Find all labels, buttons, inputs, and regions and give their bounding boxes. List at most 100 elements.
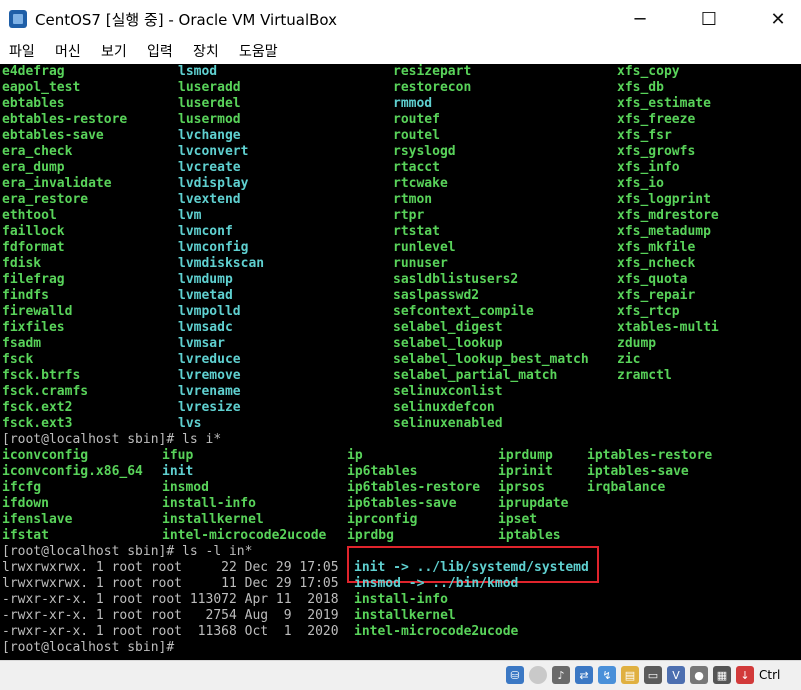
file-entry: xfs_rtcp (617, 304, 680, 319)
file-entry: fsck (2, 352, 34, 367)
shell-prompt: [root@localhost sbin]# ls -l in* (2, 544, 253, 559)
menu-input[interactable]: 입력 (147, 41, 173, 61)
status-bar: ⛁ ♪ ⇄ ↯ ▤ ▭ V ● ▦ ↓ Ctrl (0, 660, 801, 690)
shared-folder-icon[interactable]: ▤ (621, 666, 639, 684)
file-entry: ip6tables (347, 464, 418, 479)
file-entry: lvreduce (178, 352, 241, 367)
file-entry: e4defrag (2, 64, 65, 79)
file-entry: insmod (162, 480, 209, 495)
file-entry: selabel_digest (393, 320, 503, 335)
file-entry: xfs_mdrestore (617, 208, 719, 223)
file-entry: lvconvert (178, 144, 249, 159)
ls-file-name: init -> ../lib/systemd/systemd (354, 560, 589, 575)
file-entry: ifcfg (2, 480, 42, 495)
file-entry: iptables (498, 528, 561, 543)
vm-console-screen[interactable]: e4defrag eapol_test ebtables ebtables-resto… (0, 64, 801, 660)
ls-file-name: install-info (354, 592, 448, 607)
video-capture-icon[interactable]: V (667, 666, 685, 684)
network-icon[interactable]: ⇄ (575, 666, 593, 684)
file-entry: xfs_quota (617, 272, 688, 287)
file-entry: fdisk (2, 256, 42, 271)
file-entry: rtacct (393, 160, 440, 175)
file-entry: selabel_lookup_best_match (393, 352, 589, 367)
file-entry: lvmetad (178, 288, 233, 303)
file-entry: xfs_ncheck (617, 256, 696, 271)
file-entry: lvremove (178, 368, 241, 383)
file-entry: lvresize (178, 400, 241, 415)
file-entry: luseradd (178, 80, 241, 95)
file-entry: fdformat (2, 240, 65, 255)
file-entry: runuser (393, 256, 448, 271)
display-icon[interactable]: ▭ (644, 666, 662, 684)
menu-file[interactable]: 파일 (9, 41, 35, 61)
file-entry: runlevel (393, 240, 456, 255)
maximize-button[interactable]: ☐ (663, 0, 755, 38)
file-entry: luserdel (178, 96, 241, 111)
cpu-icon[interactable]: ▦ (713, 666, 731, 684)
mouse-integration-icon[interactable]: ↓ (736, 666, 754, 684)
usb-icon[interactable]: ↯ (598, 666, 616, 684)
window-titlebar: CentOS7 [실행 중] - Oracle VM VirtualBox ─ … (0, 0, 801, 38)
minimize-button[interactable]: ─ (617, 0, 663, 38)
file-entry: eapol_test (2, 80, 81, 95)
file-entry: xfs_db (617, 80, 664, 95)
file-entry: ebtables (2, 96, 65, 111)
file-entry: selabel_partial_match (393, 368, 558, 383)
file-entry: lvmdiskscan (178, 256, 265, 271)
file-entry: zic (617, 352, 641, 367)
file-entry: routef (393, 112, 440, 127)
file-entry: filefrag (2, 272, 65, 287)
file-entry: iptables-restore (587, 448, 713, 463)
recording-icon[interactable]: ● (690, 666, 708, 684)
file-entry: era_check (2, 144, 73, 159)
file-entry: lvextend (178, 192, 241, 207)
menu-view[interactable]: 보기 (101, 41, 127, 61)
file-entry: sefcontext_compile (393, 304, 534, 319)
file-entry: iprconfig (347, 512, 418, 527)
file-entry: init (162, 464, 194, 479)
file-entry: lvmconf (178, 224, 233, 239)
close-button[interactable]: ✕ (755, 0, 801, 38)
optical-drive-icon[interactable] (529, 666, 547, 684)
file-entry: lvmsar (178, 336, 225, 351)
file-entry: ifenslave (2, 512, 73, 527)
file-entry: iprdbg (347, 528, 394, 543)
file-entry: findfs (2, 288, 49, 303)
file-entry: sasldblistusers2 (393, 272, 519, 287)
file-entry: era_dump (2, 160, 65, 175)
menu-machine[interactable]: 머신 (55, 41, 81, 61)
file-entry: lvchange (178, 128, 241, 143)
host-key-label: Ctrl (759, 668, 781, 682)
file-entry: lsmod (178, 64, 218, 79)
ls-file-info: -rwxr-xr-x. 1 root root 11368 Oct 1 2020 (2, 624, 339, 639)
file-entry: iprinit (498, 464, 553, 479)
menu-devices[interactable]: 장치 (193, 41, 219, 61)
file-entry: lvm (178, 208, 202, 223)
file-entry: ip6tables-restore (347, 480, 481, 495)
file-entry: lvs (178, 416, 202, 431)
file-entry: routel (393, 128, 440, 143)
file-entry: lvmpolld (178, 304, 241, 319)
file-entry: ifdown (2, 496, 49, 511)
file-entry: selinuxenabled (393, 416, 503, 431)
hard-disk-icon[interactable]: ⛁ (506, 666, 524, 684)
file-entry: ifstat (2, 528, 49, 543)
file-entry: xfs_metadump (617, 224, 711, 239)
ls-file-info: -rwxr-xr-x. 1 root root 113072 Apr 11 20… (2, 592, 339, 607)
file-entry: xfs_fsr (617, 128, 672, 143)
file-entry: lvmconfig (178, 240, 249, 255)
file-entry: lusermod (178, 112, 241, 127)
file-entry: xfs_logprint (617, 192, 711, 207)
file-entry: intel-microcode2ucode (162, 528, 327, 543)
file-entry: zramctl (617, 368, 672, 383)
file-entry: xfs_freeze (617, 112, 696, 127)
audio-icon[interactable]: ♪ (552, 666, 570, 684)
file-entry: iconvconfig (2, 448, 89, 463)
file-entry: rmmod (393, 96, 433, 111)
file-entry: fsck.ext2 (2, 400, 73, 415)
ls-file-name: intel-microcode2ucode (354, 624, 519, 639)
file-entry: restorecon (393, 80, 472, 95)
file-entry: rsyslogd (393, 144, 456, 159)
file-entry: ip (347, 448, 363, 463)
menu-help[interactable]: 도움말 (239, 41, 278, 61)
